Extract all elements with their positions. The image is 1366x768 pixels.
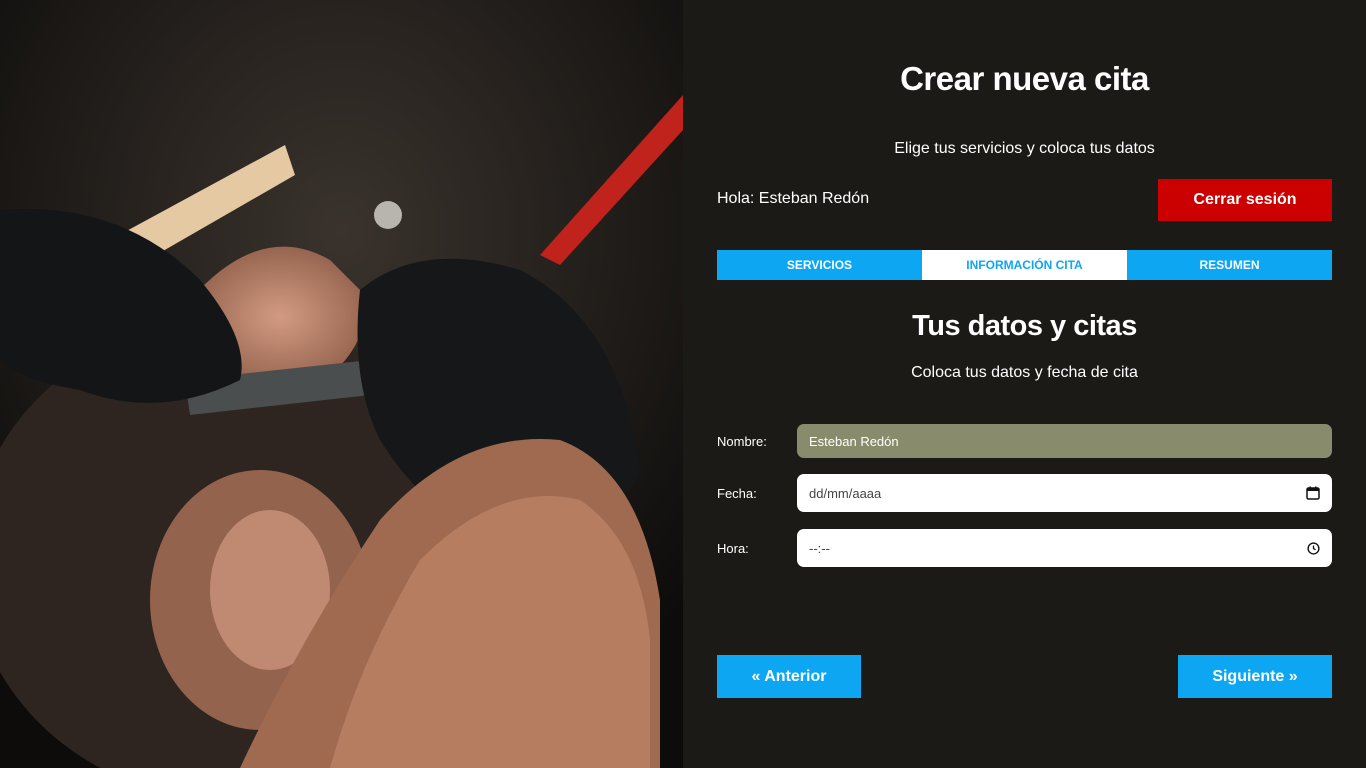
page-subtitle: Elige tus servicios y coloca tus datos [894,140,1155,157]
date-input[interactable]: dd/mm/aaaa [797,474,1332,512]
section-subtitle: Coloca tus datos y fecha de cita [911,364,1138,381]
time-placeholder: --:-- [809,540,830,556]
appointment-panel: Crear nueva cita Elige tus servicios y c… [683,0,1366,768]
tab-servicios[interactable]: SERVICIOS [717,250,922,280]
time-row: Hora: --:-- [717,529,1332,567]
step-tabs: SERVICIOS INFORMACIÓN CITA RESUMEN [717,250,1332,280]
tab-resumen[interactable]: RESUMEN [1127,250,1332,280]
logout-button[interactable]: Cerrar sesión [1158,179,1332,221]
name-label: Nombre: [717,433,767,449]
time-input[interactable]: --:-- [797,529,1332,567]
clock-icon[interactable] [1307,541,1320,555]
time-label: Hora: [717,540,749,556]
hero-image [0,0,683,768]
date-label: Fecha: [717,485,757,501]
calendar-icon[interactable] [1306,486,1320,500]
date-row: Fecha: dd/mm/aaaa [717,474,1332,512]
user-greeting: Hola: Esteban Redón [717,190,870,207]
section-title: Tus datos y citas [912,310,1137,342]
previous-button[interactable]: « Anterior [717,655,861,698]
tab-informacion-cita[interactable]: INFORMACIÓN CITA [922,250,1127,280]
name-value: Esteban Redón [809,433,899,449]
next-button[interactable]: Siguiente » [1178,655,1332,698]
page-title: Crear nueva cita [900,60,1149,97]
date-placeholder: dd/mm/aaaa [809,485,882,501]
name-field: Esteban Redón [797,424,1332,458]
barber-shave-illustration [0,0,683,768]
name-row: Nombre: Esteban Redón [717,424,1332,458]
